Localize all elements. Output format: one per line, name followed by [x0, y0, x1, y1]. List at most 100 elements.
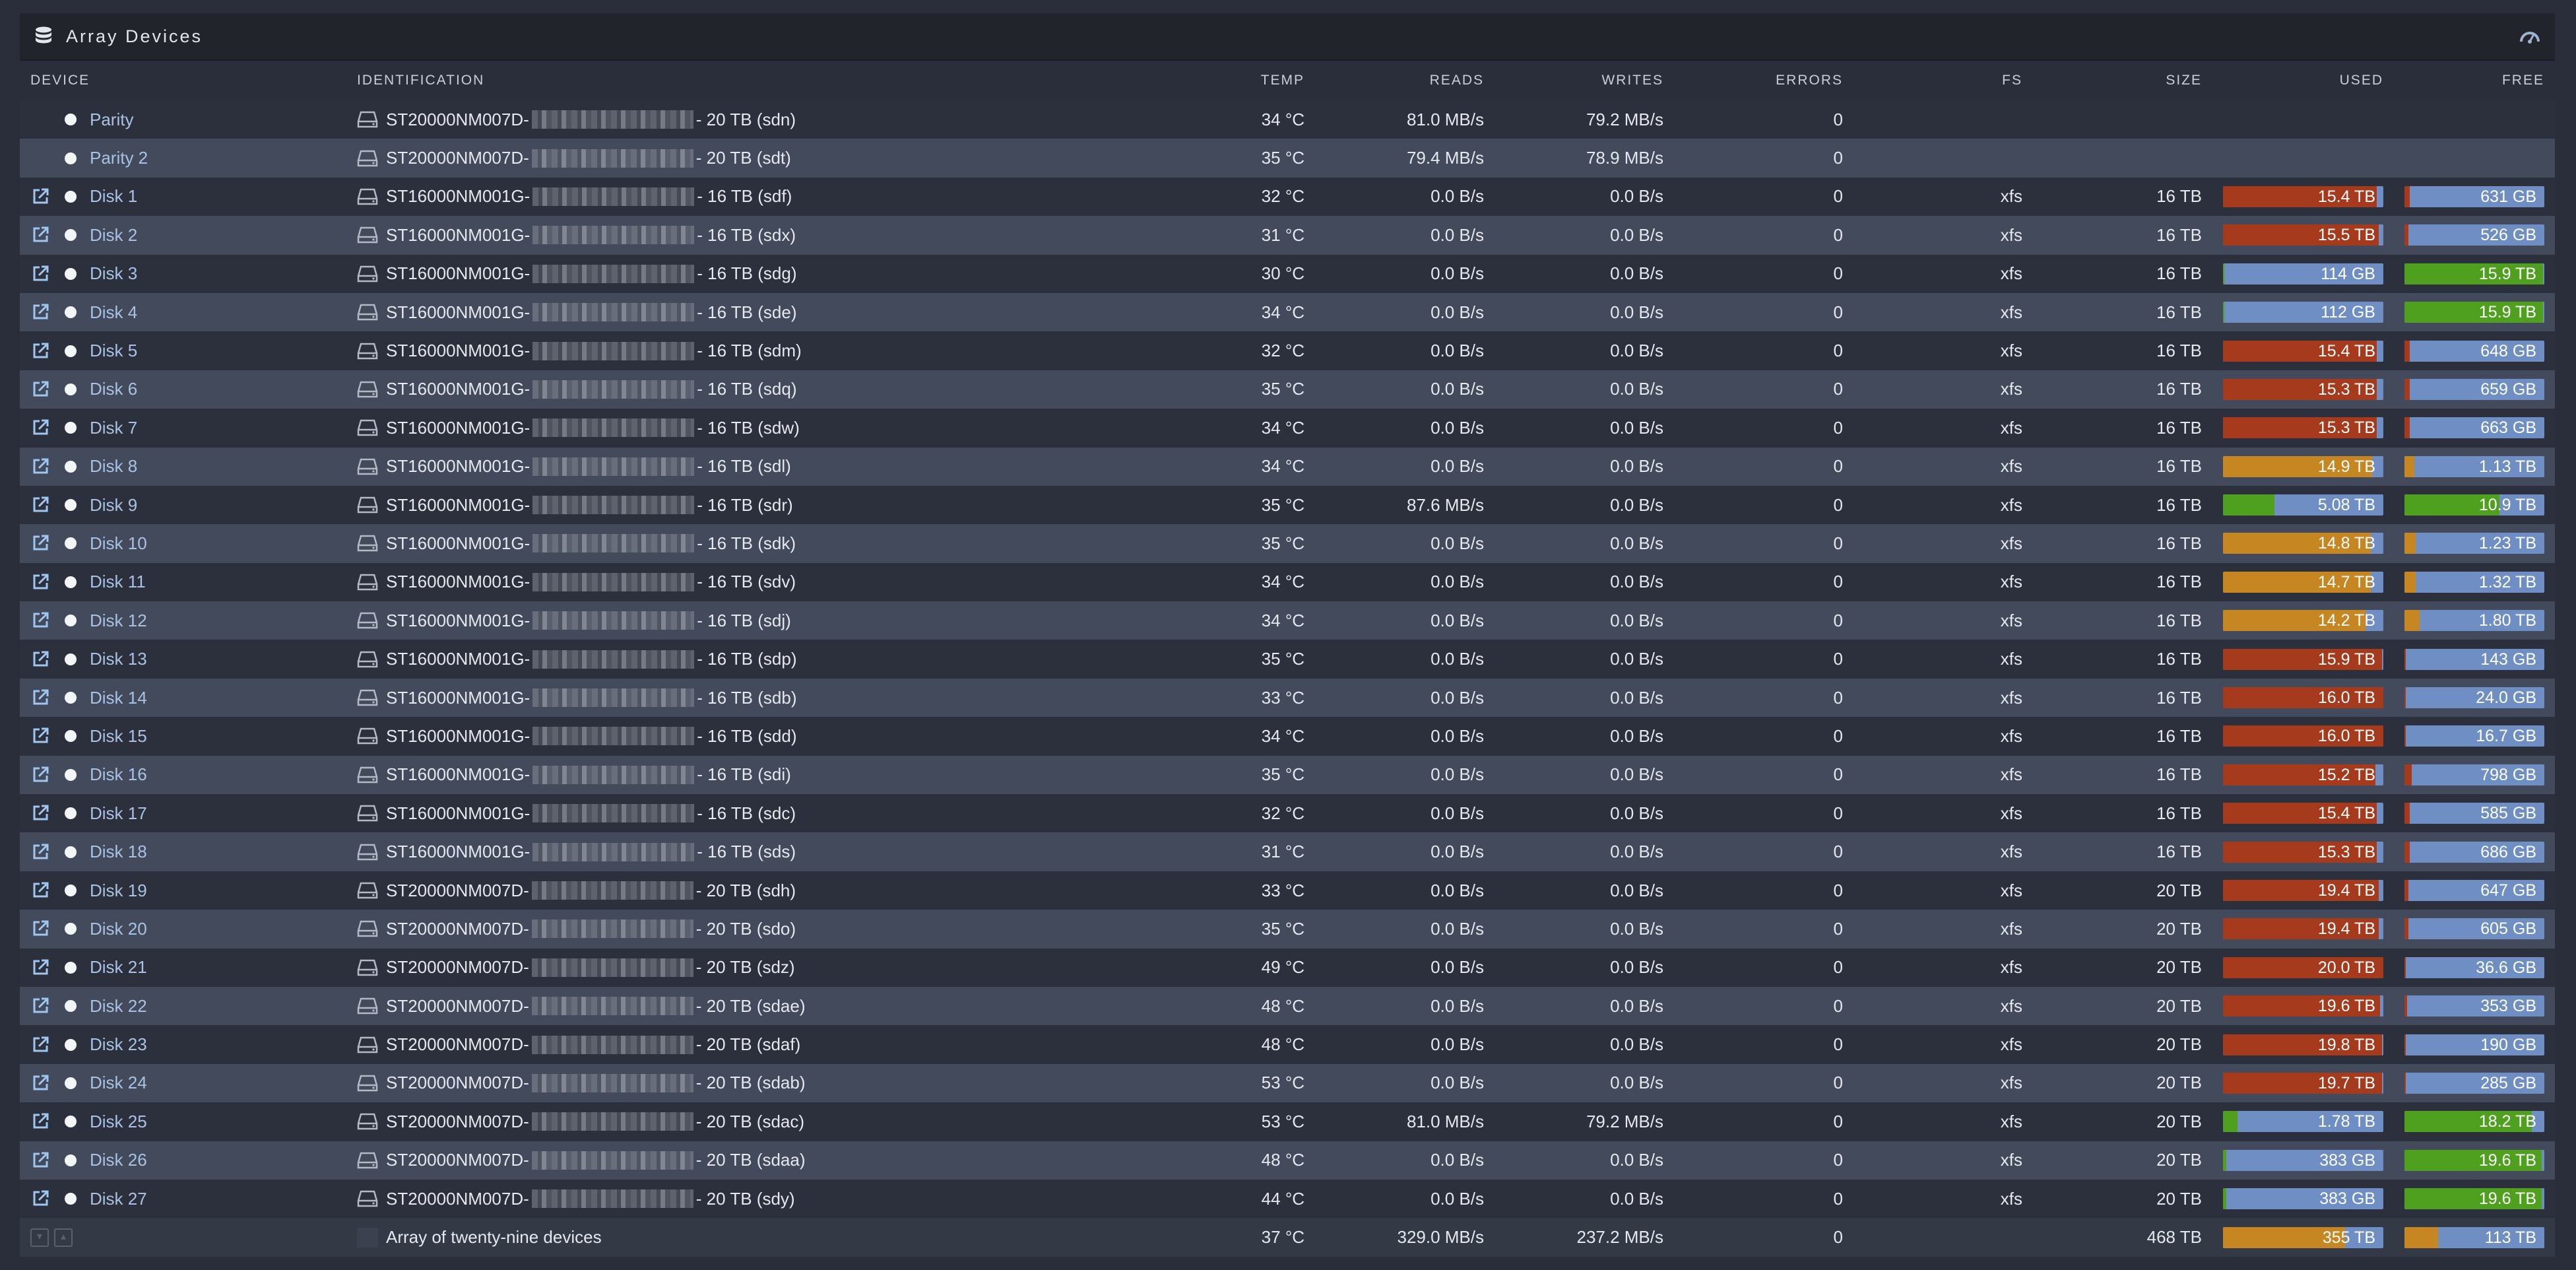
- device-name-link[interactable]: Disk 14: [90, 688, 147, 708]
- used-label: 5.08 TB: [2317, 496, 2375, 515]
- devices-table: DEVICE IDENTIFICATION TEMP READS WRITES …: [20, 61, 2555, 1257]
- open-link-icon[interactable]: [30, 225, 50, 245]
- open-link-icon[interactable]: [30, 380, 50, 399]
- open-link-icon[interactable]: [30, 842, 50, 862]
- collapse-icon[interactable]: ▾: [30, 1228, 49, 1247]
- size-cell: 16 TB: [2033, 755, 2212, 795]
- device-name-link[interactable]: Disk 24: [90, 1073, 147, 1093]
- device-name-link[interactable]: Disk 2: [90, 225, 137, 246]
- open-link-icon[interactable]: [30, 572, 50, 592]
- device-name-link[interactable]: Disk 1: [90, 186, 137, 207]
- col-size[interactable]: SIZE: [2033, 61, 2212, 100]
- open-link-icon[interactable]: [30, 264, 50, 284]
- open-link-icon[interactable]: [30, 803, 50, 823]
- device-name-link[interactable]: Parity 2: [90, 148, 148, 168]
- writes-cell: 0.0 B/s: [1495, 755, 1674, 795]
- open-link-icon[interactable]: [30, 726, 50, 746]
- device-name-link[interactable]: Parity: [90, 110, 133, 130]
- device-name-link[interactable]: Disk 3: [90, 263, 137, 284]
- open-link-icon[interactable]: [30, 650, 50, 669]
- device-name-link[interactable]: Disk 26: [90, 1150, 147, 1170]
- device-name-link[interactable]: Disk 27: [90, 1189, 147, 1209]
- open-link-icon[interactable]: [30, 919, 50, 939]
- open-link-icon[interactable]: [30, 881, 50, 900]
- device-name-link[interactable]: Disk 10: [90, 533, 147, 554]
- table-row: Disk 14 ST16000NM001G- - 16 TB (sdb) 33 …: [20, 678, 2555, 718]
- device-name-link[interactable]: Disk 21: [90, 957, 147, 978]
- device-name-link[interactable]: Disk 6: [90, 379, 137, 399]
- fs-cell: xfs: [1853, 871, 2033, 910]
- col-writes[interactable]: WRITES: [1495, 61, 1674, 100]
- serial-redacted: [531, 1189, 693, 1209]
- col-fs[interactable]: FS: [1853, 61, 2033, 100]
- used-label: 15.5 TB: [2317, 226, 2375, 245]
- device-name-link[interactable]: Disk 18: [90, 842, 147, 862]
- open-link-icon[interactable]: [30, 533, 50, 553]
- gauge-icon[interactable]: [2519, 27, 2540, 46]
- open-link-icon[interactable]: [30, 765, 50, 785]
- open-link-icon[interactable]: [30, 418, 50, 438]
- serial-redacted: [532, 650, 695, 669]
- expand-icon[interactable]: ▴: [54, 1228, 73, 1247]
- open-link-icon[interactable]: [30, 688, 50, 708]
- used-label: 114 GB: [2321, 264, 2375, 283]
- device-name-link[interactable]: Disk 22: [90, 996, 147, 1017]
- device-name-link[interactable]: Disk 16: [90, 764, 147, 785]
- open-link-icon[interactable]: [30, 958, 50, 978]
- device-name-link[interactable]: Disk 7: [90, 418, 137, 438]
- open-link-icon[interactable]: [30, 1112, 50, 1131]
- table-row: Disk 15 ST16000NM001G- - 16 TB (sdd) 34 …: [20, 717, 2555, 756]
- open-link-icon[interactable]: [30, 187, 50, 207]
- col-device[interactable]: DEVICE: [20, 61, 346, 100]
- device-name-link[interactable]: Disk 15: [90, 726, 147, 747]
- open-link-icon[interactable]: [30, 996, 50, 1016]
- table-row: Disk 27 ST20000NM007D- - 20 TB (sdy) 44 …: [20, 1179, 2555, 1219]
- open-link-icon[interactable]: [30, 457, 50, 477]
- open-link-icon[interactable]: [30, 1035, 50, 1055]
- hard-drive-icon: [357, 187, 378, 207]
- open-link-icon[interactable]: [30, 341, 50, 361]
- array-summary-label: Array of twenty-nine devices: [386, 1227, 602, 1248]
- col-temp[interactable]: TEMP: [1224, 61, 1315, 100]
- device-name-link[interactable]: Disk 4: [90, 302, 137, 323]
- free-bar: 605 GB: [2404, 918, 2544, 940]
- open-link-icon[interactable]: [30, 495, 50, 515]
- device-name-link[interactable]: Disk 12: [90, 611, 147, 631]
- status-dot: [65, 114, 77, 126]
- open-link-icon[interactable]: [30, 1189, 50, 1209]
- device-name-link[interactable]: Disk 5: [90, 341, 137, 361]
- free-label: 36.6 GB: [2476, 958, 2536, 977]
- device-name-link[interactable]: Disk 23: [90, 1034, 147, 1055]
- open-link-icon[interactable]: [30, 611, 50, 630]
- device-name-link[interactable]: Disk 11: [90, 572, 146, 592]
- device-name-link[interactable]: Disk 19: [90, 881, 147, 901]
- free-label: 526 GB: [2480, 226, 2536, 245]
- device-name-link[interactable]: Disk 13: [90, 649, 147, 669]
- summary-errors: 0: [1674, 1218, 1853, 1257]
- device-name-link[interactable]: Disk 20: [90, 919, 147, 939]
- open-link-icon[interactable]: [30, 302, 50, 322]
- temp-cell: 53 °C: [1224, 1102, 1315, 1141]
- device-name-link[interactable]: Disk 25: [90, 1112, 147, 1132]
- free-label: 648 GB: [2480, 341, 2536, 360]
- hard-drive-icon: [357, 881, 378, 900]
- col-identification[interactable]: IDENTIFICATION: [346, 61, 1224, 100]
- table-header: DEVICE IDENTIFICATION TEMP READS WRITES …: [20, 61, 2555, 100]
- col-reads[interactable]: READS: [1315, 61, 1495, 100]
- col-used[interactable]: USED: [2212, 61, 2394, 100]
- size-cell: 16 TB: [2033, 409, 2212, 448]
- hard-drive-icon: [357, 919, 378, 939]
- temp-cell: 35 °C: [1224, 640, 1315, 679]
- writes-cell: 79.2 MB/s: [1495, 1102, 1674, 1141]
- device-name-link[interactable]: Disk 9: [90, 495, 137, 516]
- open-link-icon[interactable]: [30, 1073, 50, 1093]
- device-name-link[interactable]: Disk 17: [90, 803, 147, 824]
- device-model: ST20000NM007D-: [386, 109, 529, 129]
- fs-cell: xfs: [1853, 986, 2033, 1026]
- col-errors[interactable]: ERRORS: [1674, 61, 1853, 100]
- free-bar: 24.0 GB: [2404, 687, 2544, 709]
- device-name-link[interactable]: Disk 8: [90, 456, 137, 477]
- col-free[interactable]: FREE: [2394, 61, 2555, 100]
- status-dot: [65, 267, 77, 280]
- open-link-icon[interactable]: [30, 1151, 50, 1170]
